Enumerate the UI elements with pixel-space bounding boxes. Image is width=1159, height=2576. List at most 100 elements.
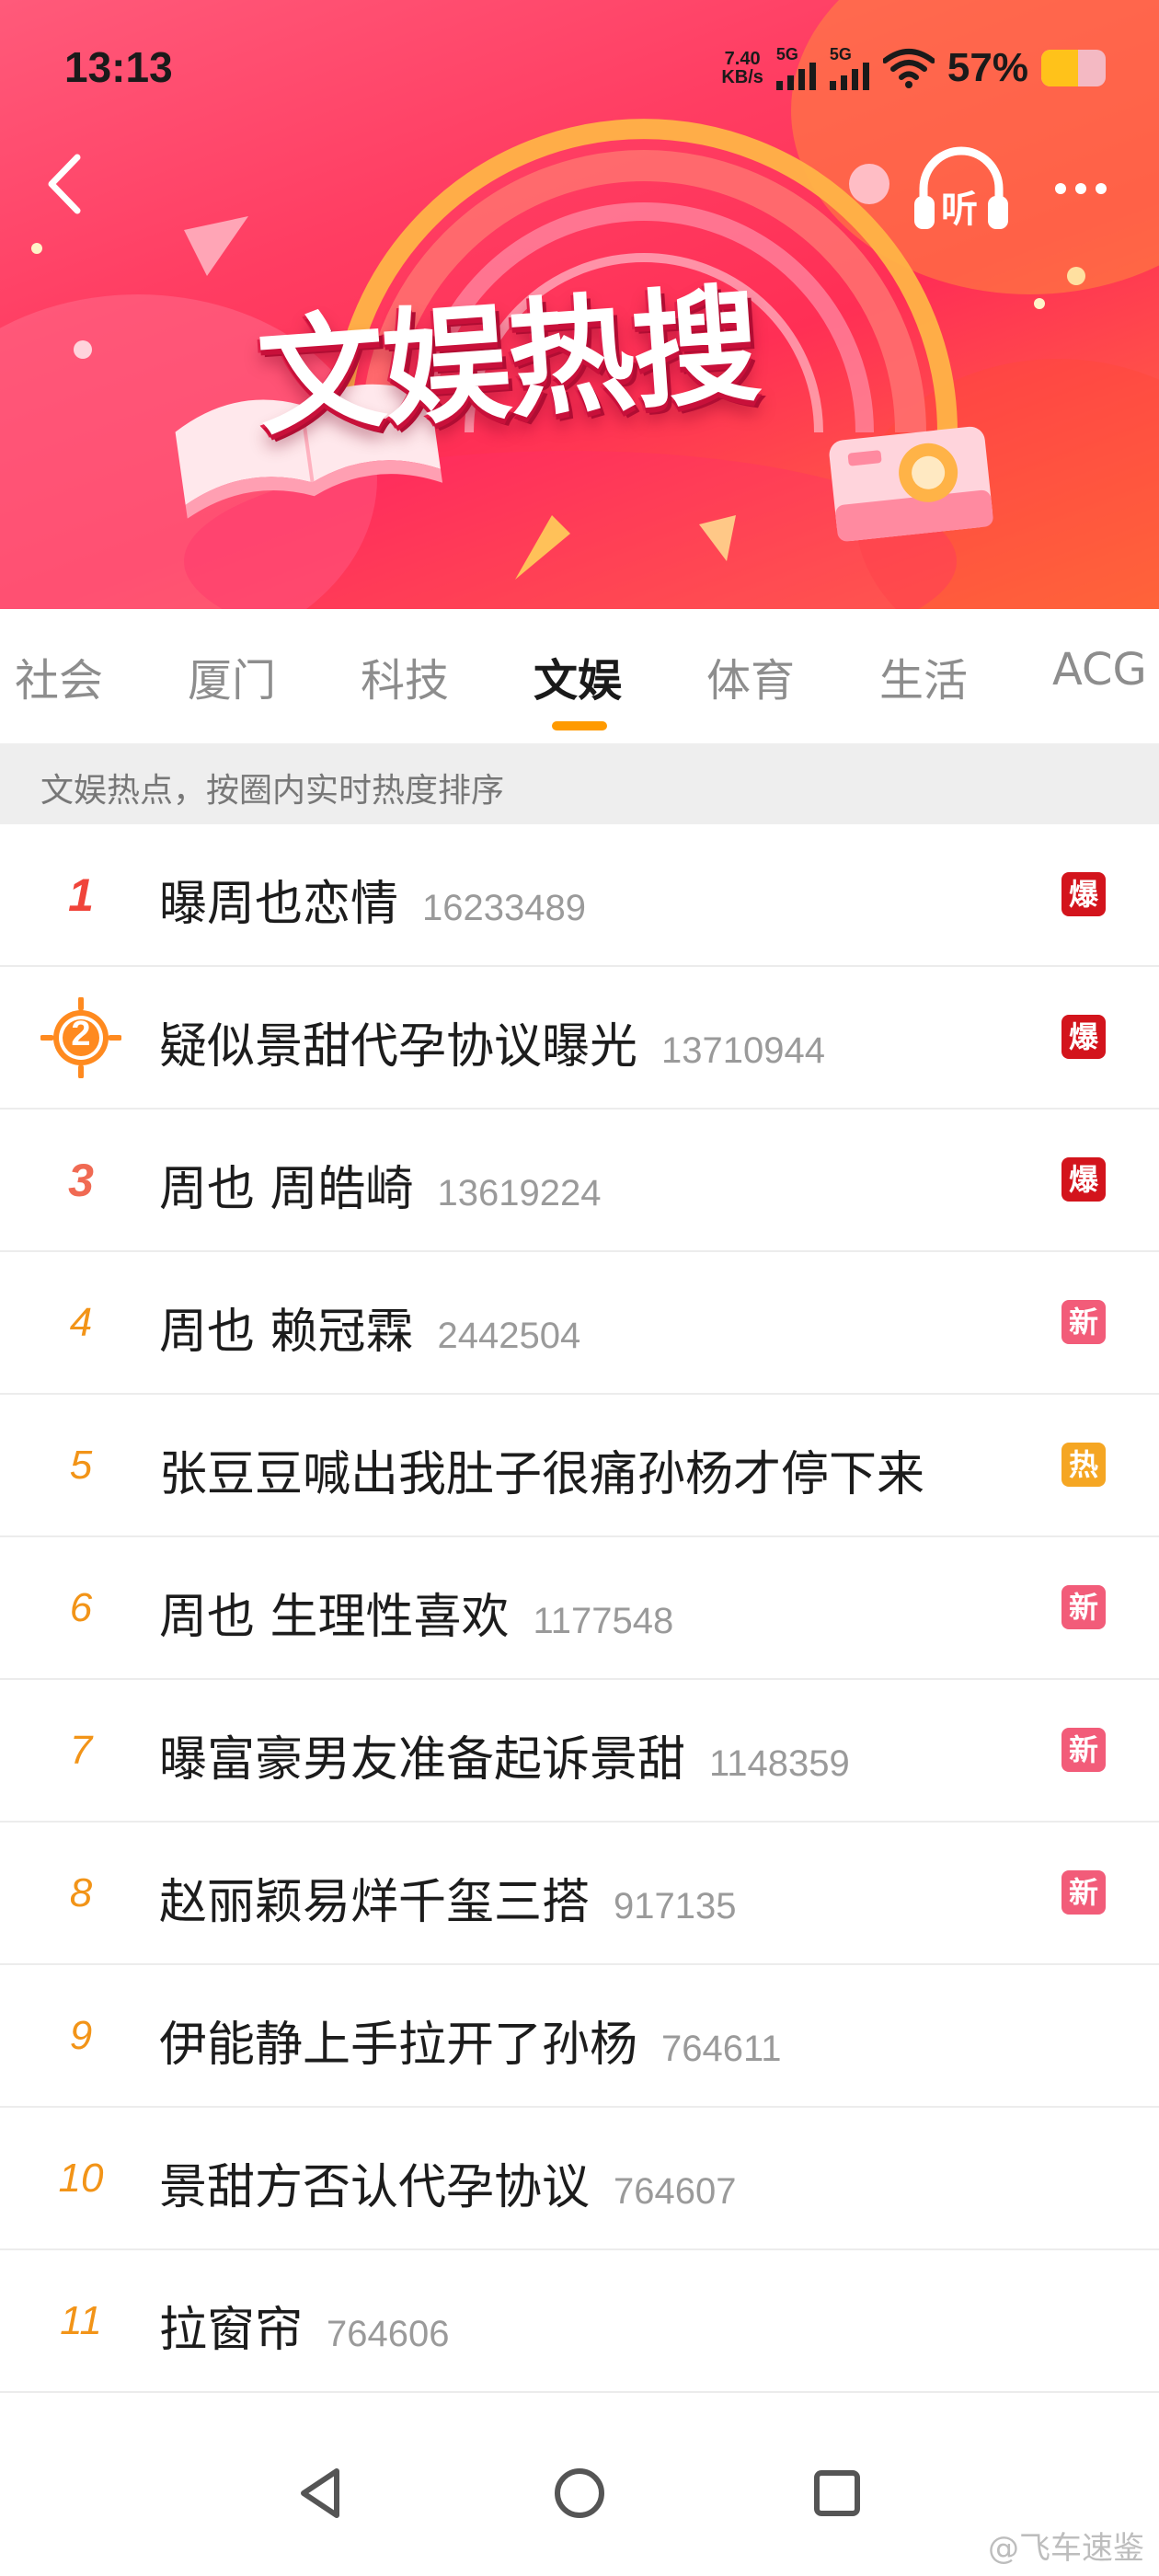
item-title: 疑似景甜代孕协议曝光 13710944 (159, 1007, 825, 1076)
more-dot-icon (1096, 183, 1107, 194)
nav-recents-button[interactable] (800, 2456, 874, 2530)
item-title-text: 疑似景甜代孕协议曝光 (159, 1019, 638, 1075)
heat-count: 13619224 (437, 1173, 602, 1213)
rank-number: 2 (28, 967, 134, 1108)
signal-2-label: 5G (829, 45, 852, 63)
hot-badge: 新 (1061, 1870, 1106, 1915)
watermark: @飞车速鉴 (988, 2530, 1144, 2567)
list-item[interactable]: 4 周也 赖冠霖 2442504 新 (0, 1252, 1159, 1395)
rank-number: 5 (69, 1442, 93, 1488)
tab-life[interactable]: 生活 (879, 644, 968, 708)
rank-number: 9 (69, 2012, 93, 2058)
heat-count: 1177548 (533, 1601, 674, 1641)
item-title: 周也 赖冠霖 2442504 (159, 1293, 580, 1362)
heat-count: 917135 (614, 1886, 737, 1926)
hot-badge: 爆 (1061, 872, 1106, 916)
network-speed-value: 7.40 (724, 49, 761, 69)
heat-count: 1148359 (709, 1743, 850, 1784)
rank-number: 3 (68, 1154, 94, 1206)
signal-bars-icon (775, 63, 816, 90)
tab-entertainment[interactable]: 文娱 (534, 644, 622, 708)
more-options-button[interactable] (1044, 161, 1118, 216)
item-title-text: 周也 周皓崎 (159, 1162, 414, 1217)
tab-tech[interactable]: 科技 (361, 644, 449, 708)
item-title-text: 曝周也恋情 (159, 877, 399, 932)
heat-count: 764607 (614, 2171, 737, 2212)
item-title: 周也 周皓崎 13619224 (159, 1150, 602, 1219)
item-title: 伊能静上手拉开了孙杨 764611 (159, 2006, 782, 2075)
hot-badge: 新 (1061, 1728, 1106, 1772)
item-title-text: 伊能静上手拉开了孙杨 (159, 2018, 638, 2073)
nav-home-button[interactable] (543, 2456, 616, 2530)
network-speed-unit: KB/s (721, 67, 763, 87)
item-title: 周也 生理性喜欢 1177548 (159, 1578, 673, 1647)
rank-medal-number: 2 (71, 1015, 91, 1053)
signal-1: 5G (775, 45, 817, 90)
more-dot-icon (1055, 183, 1066, 194)
list-item[interactable]: 11 拉窗帘 764606 (0, 2250, 1159, 2393)
rank-number: 8 (69, 1869, 93, 1915)
square-recents-icon (814, 2470, 860, 2516)
system-navigation-bar (0, 2410, 1159, 2576)
list-item[interactable]: 1 曝周也恋情 16233489 爆 (0, 824, 1159, 967)
list-item[interactable]: 10 景甜方否认代孕协议 764607 (0, 2108, 1159, 2250)
heat-count: 764606 (327, 2314, 450, 2354)
status-indicators: 7.40 KB/s 5G 5G 57% (721, 40, 1106, 96)
heat-count: 16233489 (422, 888, 586, 928)
nav-back-button[interactable] (285, 2456, 359, 2530)
listen-label: 听 (941, 189, 978, 231)
rank-number: 4 (69, 1299, 93, 1345)
heat-count: 13710944 (661, 1030, 825, 1071)
hot-badge: 新 (1061, 1585, 1106, 1629)
item-title-text: 周也 生理性喜欢 (159, 1590, 510, 1645)
page-title: 文娱热搜 (253, 270, 763, 454)
rank-number: 11 (60, 2297, 102, 2343)
active-tab-indicator (552, 721, 607, 730)
hot-badge: 爆 (1061, 1157, 1106, 1202)
list-item[interactable]: 6 周也 生理性喜欢 1177548 新 (0, 1537, 1159, 1680)
item-title: 景甜方否认代孕协议 764607 (159, 2148, 737, 2217)
header-banner: 13:13 7.40 KB/s 5G 5G 57% 听 文娱热搜 (0, 0, 1159, 609)
list-item[interactable]: 5 张豆豆喊出我肚子很痛孙杨才停下来 热 (0, 1395, 1159, 1537)
list-item[interactable]: 7 曝富豪男友准备起诉景甜 1148359 新 (0, 1680, 1159, 1823)
item-title: 张豆豆喊出我肚子很痛孙杨才停下来 (159, 1435, 924, 1504)
list-description-text: 文娱热点，按圈内实时热度排序 (40, 772, 505, 810)
list-item[interactable]: 3 周也 周皓崎 13619224 爆 (0, 1110, 1159, 1252)
wifi-icon (882, 49, 935, 88)
tab-xiamen[interactable]: 厦门 (188, 644, 276, 708)
battery-level-fill (1041, 50, 1078, 86)
item-title: 曝富豪男友准备起诉景甜 1148359 (159, 1720, 850, 1789)
rank-number: 10 (58, 2155, 104, 2201)
list-item[interactable]: 8 赵丽颖易烊千玺三搭 917135 新 (0, 1823, 1159, 1965)
heat-count: 764611 (661, 2029, 782, 2069)
list-item[interactable]: 9 伊能静上手拉开了孙杨 764611 (0, 1965, 1159, 2108)
hot-badge: 新 (1061, 1300, 1106, 1344)
list-item[interactable]: 2 疑似景甜代孕协议曝光 13710944 爆 (0, 967, 1159, 1110)
chevron-left-icon (48, 154, 81, 214)
status-time: 13:13 (64, 43, 173, 91)
item-title: 赵丽颖易烊千玺三搭 917135 (159, 1863, 737, 1932)
tab-acg[interactable]: ACG (1052, 644, 1147, 696)
item-title-text: 曝富豪男友准备起诉景甜 (159, 1732, 686, 1788)
listen-button[interactable]: 听 (911, 143, 1012, 235)
tab-society[interactable]: 社会 (15, 644, 103, 708)
signal-1-label: 5G (775, 45, 798, 63)
list-description: 文娱热点，按圈内实时热度排序 (0, 743, 1159, 824)
back-button[interactable] (37, 147, 92, 221)
rank-number: 7 (69, 1727, 93, 1773)
signal-bars-icon (829, 63, 869, 90)
hot-badge: 热 (1061, 1443, 1106, 1487)
signal-2: 5G (829, 45, 870, 90)
item-title-text: 赵丽颖易烊千玺三搭 (159, 1875, 591, 1930)
rank-number: 1 (68, 868, 94, 921)
tab-sports[interactable]: 体育 (706, 644, 795, 708)
circle-home-icon (555, 2468, 604, 2518)
category-tabs: 社会 厦门 科技 文娱 体育 生活 ACG (0, 609, 1159, 743)
battery-percent: 57% (947, 45, 1028, 90)
item-title-text: 景甜方否认代孕协议 (159, 2160, 591, 2215)
rank-number: 6 (69, 1584, 93, 1630)
network-speed: 7.40 KB/s (721, 50, 763, 86)
status-bar: 13:13 7.40 KB/s 5G 5G 57% (0, 0, 1159, 138)
more-dot-icon (1075, 183, 1086, 194)
item-title: 拉窗帘 764606 (159, 2291, 450, 2360)
